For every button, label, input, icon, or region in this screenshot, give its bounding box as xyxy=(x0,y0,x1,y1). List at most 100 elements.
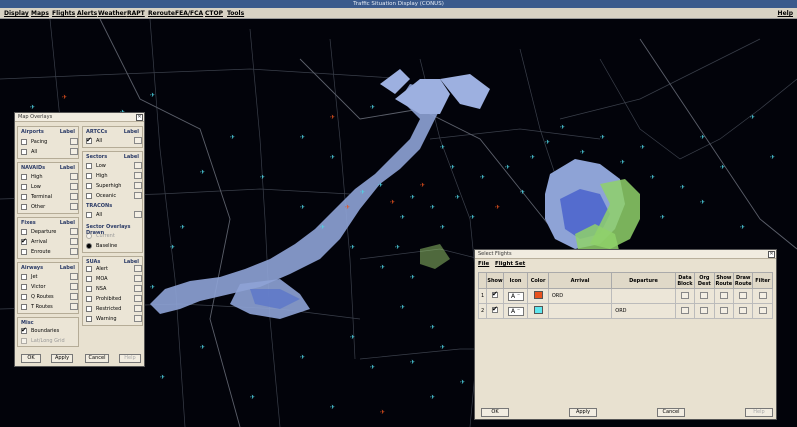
navaids-low-row[interactable]: Low xyxy=(21,183,78,192)
checkbox[interactable] xyxy=(86,316,92,322)
close-icon[interactable]: ✕ xyxy=(136,114,143,121)
checkbox[interactable] xyxy=(21,184,27,190)
menu-flights[interactable]: Flights xyxy=(52,9,75,18)
checkbox[interactable] xyxy=(21,149,27,155)
airports-pacing-row[interactable]: Pacing xyxy=(21,138,78,147)
filter-toggle[interactable] xyxy=(758,306,767,314)
ok-button[interactable]: OK xyxy=(21,354,41,363)
label-toggle-button[interactable] xyxy=(134,137,142,144)
fixes-arrival-row[interactable]: Arrival xyxy=(21,237,78,247)
checkbox[interactable] xyxy=(86,183,92,189)
show-checkbox[interactable] xyxy=(491,290,498,298)
misc-boundaries-row[interactable]: Boundaries xyxy=(21,326,77,336)
label-toggle-button[interactable] xyxy=(134,275,142,282)
sector-overlays-baseline-row[interactable]: Baseline xyxy=(86,242,141,251)
checkbox[interactable] xyxy=(21,304,27,310)
suas-prohibited-row[interactable]: Prohibited xyxy=(86,295,142,304)
menu-file[interactable]: File xyxy=(478,261,489,267)
filter-toggle[interactable] xyxy=(758,291,767,299)
color-swatch[interactable] xyxy=(533,306,543,314)
label-toggle-button[interactable] xyxy=(70,138,78,145)
checkbox[interactable] xyxy=(21,249,27,255)
org-dest-toggle[interactable] xyxy=(700,291,709,299)
menu-fea-fca[interactable]: FEA/FCA xyxy=(175,9,203,18)
checkbox[interactable] xyxy=(86,276,92,282)
misc-lat-long-grid-row[interactable]: Lat/Long Grid xyxy=(21,337,77,346)
draw-route-toggle[interactable] xyxy=(739,306,748,314)
label-toggle-button[interactable] xyxy=(134,172,142,179)
menu-display[interactable]: Display xyxy=(4,9,29,18)
label-toggle-button[interactable] xyxy=(134,315,142,322)
checkbox[interactable] xyxy=(86,286,92,292)
cancel-button[interactable]: Cancel xyxy=(657,408,685,417)
checkbox[interactable] xyxy=(21,229,27,235)
menu-maps[interactable]: Maps xyxy=(31,9,49,18)
table-row[interactable]: 1 A ⁻ ORD xyxy=(477,288,773,304)
show-route-toggle[interactable] xyxy=(719,291,728,299)
navaids-high-row[interactable]: High xyxy=(21,173,78,182)
label-toggle-button[interactable] xyxy=(134,265,142,272)
checkbox[interactable] xyxy=(86,306,92,312)
label-toggle-button[interactable] xyxy=(70,238,78,245)
navaids-terminal-row[interactable]: Terminal xyxy=(21,193,78,202)
aircraft-icon-button[interactable]: A ⁻ xyxy=(507,291,524,301)
airways-t-routes-row[interactable]: T Routes xyxy=(21,303,78,312)
radio-button[interactable] xyxy=(86,243,92,249)
label-toggle-button[interactable] xyxy=(134,305,142,312)
show-checkbox[interactable] xyxy=(491,305,498,313)
help-button[interactable]: Help xyxy=(745,408,773,417)
arrival-cell[interactable] xyxy=(547,303,613,319)
arrival-cell[interactable]: ORD xyxy=(547,288,613,304)
fixes-enroute-row[interactable]: Enroute xyxy=(21,248,78,257)
suas-moa-row[interactable]: MOA xyxy=(86,275,142,284)
menu-alerts[interactable]: Alerts xyxy=(77,9,97,18)
checkbox[interactable] xyxy=(21,284,27,290)
menu-tools[interactable]: Tools xyxy=(227,9,244,18)
menu-help[interactable]: Help xyxy=(778,9,793,18)
departure-cell[interactable] xyxy=(611,288,676,304)
label-toggle-button[interactable] xyxy=(70,248,78,255)
sectors-oceanic-row[interactable]: Oceanic xyxy=(86,192,142,201)
apply-button[interactable]: Apply xyxy=(569,408,597,417)
label-toggle-button[interactable] xyxy=(134,295,142,302)
menu-rapt[interactable]: RAPT xyxy=(127,9,145,18)
menu-weather[interactable]: Weather xyxy=(98,9,127,18)
ok-button[interactable]: OK xyxy=(481,408,509,417)
checkbox[interactable] xyxy=(21,294,27,300)
label-toggle-button[interactable] xyxy=(70,303,78,310)
artccs-all-row[interactable]: All xyxy=(86,136,142,146)
label-toggle-button[interactable] xyxy=(70,183,78,190)
airways-jet-row[interactable]: Jet xyxy=(21,273,78,282)
airports-all-row[interactable]: All xyxy=(21,148,78,157)
label-toggle-button[interactable] xyxy=(70,173,78,180)
checkbox[interactable] xyxy=(86,136,92,144)
close-icon[interactable]: ✕ xyxy=(768,251,775,258)
checkbox[interactable] xyxy=(86,296,92,302)
label-toggle-button[interactable] xyxy=(134,192,142,199)
sector-overlays-current-row[interactable]: Current xyxy=(86,232,141,241)
label-toggle-button[interactable] xyxy=(134,162,142,169)
checkbox[interactable] xyxy=(21,139,27,145)
menu-ctop[interactable]: CTOP xyxy=(205,9,223,18)
label-toggle-button[interactable] xyxy=(70,193,78,200)
checkbox[interactable] xyxy=(86,212,92,218)
label-toggle-button[interactable] xyxy=(70,293,78,300)
org-dest-toggle[interactable] xyxy=(700,306,709,314)
navaids-other-row[interactable]: Other xyxy=(21,203,78,212)
suas-alert-row[interactable]: Alert xyxy=(86,265,142,274)
checkbox[interactable] xyxy=(86,163,92,169)
sectors-superhigh-row[interactable]: Superhigh xyxy=(86,182,142,191)
fixes-departure-row[interactable]: Departure xyxy=(21,228,78,237)
label-toggle-button[interactable] xyxy=(70,273,78,280)
airways-victor-row[interactable]: Victor xyxy=(21,283,78,292)
label-toggle-button[interactable] xyxy=(134,211,142,218)
table-row[interactable]: 2 A ⁻ ORD xyxy=(477,303,773,319)
checkbox[interactable] xyxy=(21,237,27,245)
label-toggle-button[interactable] xyxy=(70,148,78,155)
label-toggle-button[interactable] xyxy=(70,203,78,210)
radio-button[interactable] xyxy=(86,233,92,239)
menu-reroute[interactable]: Reroute xyxy=(148,9,175,18)
menu-flight-set[interactable]: Flight Set xyxy=(495,261,525,267)
data-block-toggle[interactable] xyxy=(680,306,689,314)
suas-restricted-row[interactable]: Restricted xyxy=(86,305,142,314)
